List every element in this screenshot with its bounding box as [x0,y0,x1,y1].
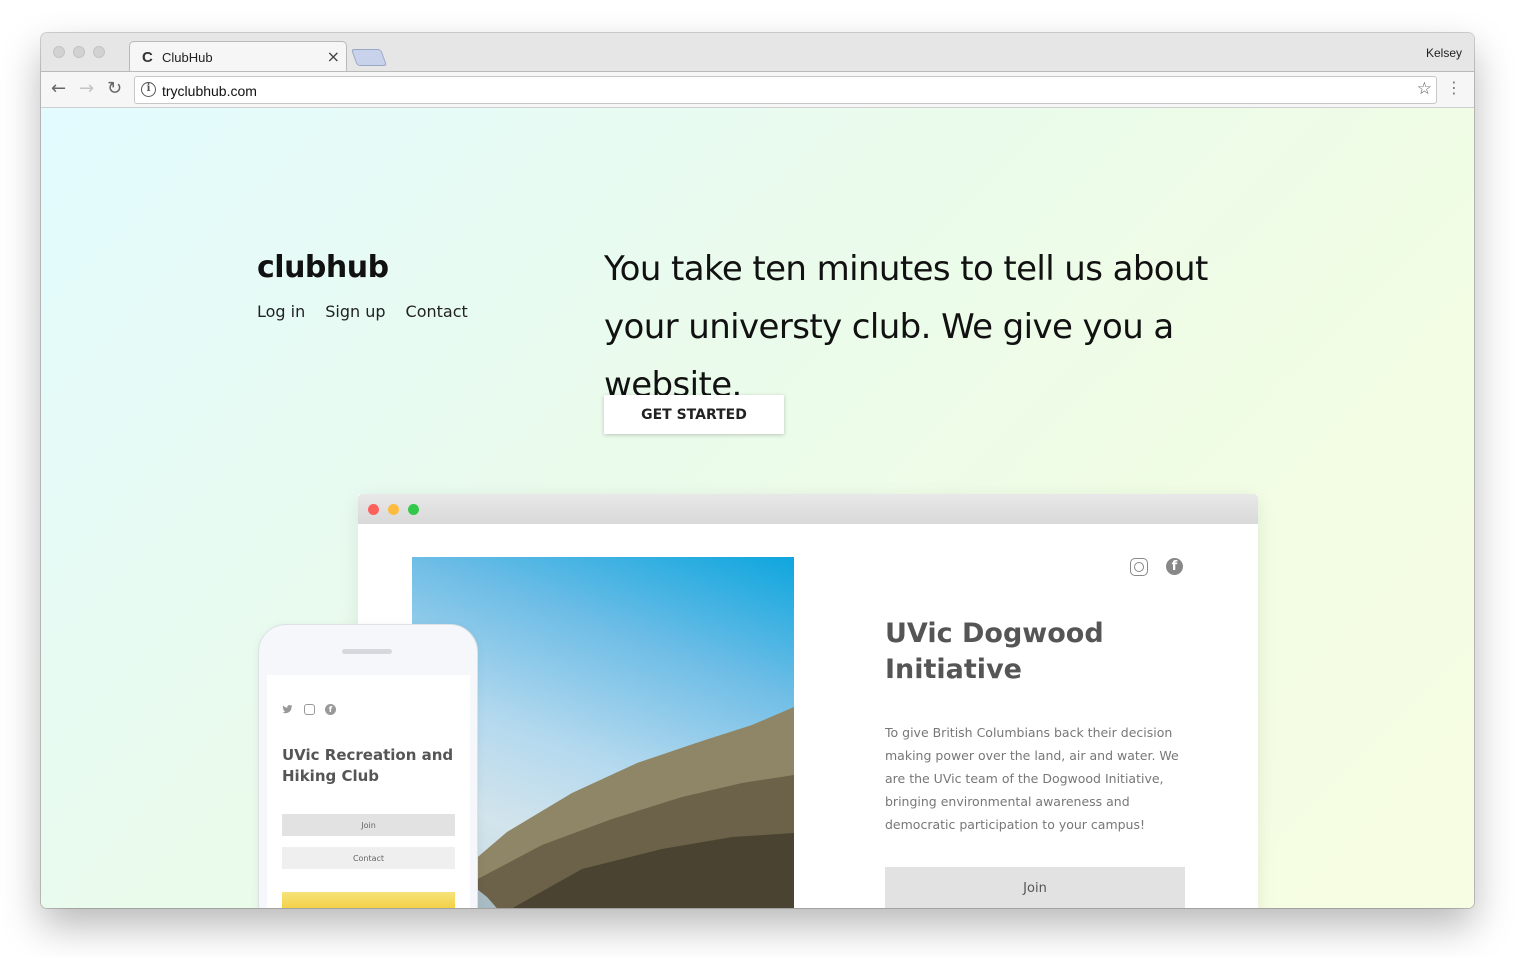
desktop-mockup: f UVic Dogwood Initiative To give Britis… [358,494,1258,908]
nav-login-link[interactable]: Log in [257,302,305,321]
nav-signup-link[interactable]: Sign up [325,302,385,321]
nav-contact-link[interactable]: Contact [406,302,468,321]
reload-icon[interactable]: ↻ [107,78,122,99]
phone-contact-button[interactable]: Contact [282,847,455,869]
info-icon[interactable]: i [141,82,156,97]
hero-headline: You take ten minutes to tell us about yo… [604,249,1208,405]
close-window-button[interactable] [53,46,65,58]
clubhub-logo-icon: C [142,49,153,66]
facebook-icon[interactable]: f [325,704,336,715]
url-text[interactable]: tryclubhub.com [162,83,257,99]
new-tab-button[interactable] [350,49,388,66]
tab-clubhub[interactable]: C ClubHub × [129,41,347,72]
tab-strip: C ClubHub × Kelsey [41,33,1474,72]
tab-title: ClubHub [162,50,213,65]
site-nav: Log in Sign up Contact [257,302,468,321]
profile-name[interactable]: Kelsey [1426,46,1462,60]
twitter-icon[interactable] [282,704,293,715]
browser-menu-icon[interactable]: ⋮ [1446,78,1462,97]
club-title: UVic Dogwood Initiative [885,618,1104,685]
sunset-photo [282,892,455,908]
phone-join-button[interactable]: Join [282,814,455,836]
page-viewport: clubhub Log in Sign up Contact You take … [41,108,1474,908]
maximize-window-button[interactable] [93,46,105,58]
get-started-button[interactable]: GET STARTED [604,395,784,434]
club-description: To give British Columbians back their de… [885,725,1179,832]
close-icon[interactable]: × [327,47,340,66]
address-bar[interactable]: i tryclubhub.com ☆ [134,76,1437,104]
mockup-minimize-dot [388,504,399,515]
mockup-close-dot [368,504,379,515]
phone-mockup: f UVic Recreation and Hiking Club Join C… [258,624,478,908]
instagram-icon[interactable] [1130,558,1148,576]
minimize-window-button[interactable] [73,46,85,58]
forward-arrow-icon[interactable]: → [79,78,94,99]
back-arrow-icon[interactable]: ← [51,78,66,99]
browser-toolbar: ← → ↻ i tryclubhub.com ☆ ⋮ [41,71,1474,108]
phone-screen: f UVic Recreation and Hiking Club Join C… [267,675,470,908]
instagram-icon[interactable] [304,704,315,715]
site-logo[interactable]: clubhub [257,250,389,285]
facebook-icon[interactable]: f [1166,558,1183,575]
join-button[interactable]: Join [885,867,1185,908]
mockup-titlebar [358,494,1258,524]
bookmark-star-icon[interactable]: ☆ [1417,79,1432,99]
mockup-maximize-dot [408,504,419,515]
phone-speaker [342,649,392,654]
phone-club-title: UVic Recreation and Hiking Club [282,746,454,785]
browser-window: C ClubHub × Kelsey ← → ↻ i tryclubhub.co… [41,33,1474,908]
